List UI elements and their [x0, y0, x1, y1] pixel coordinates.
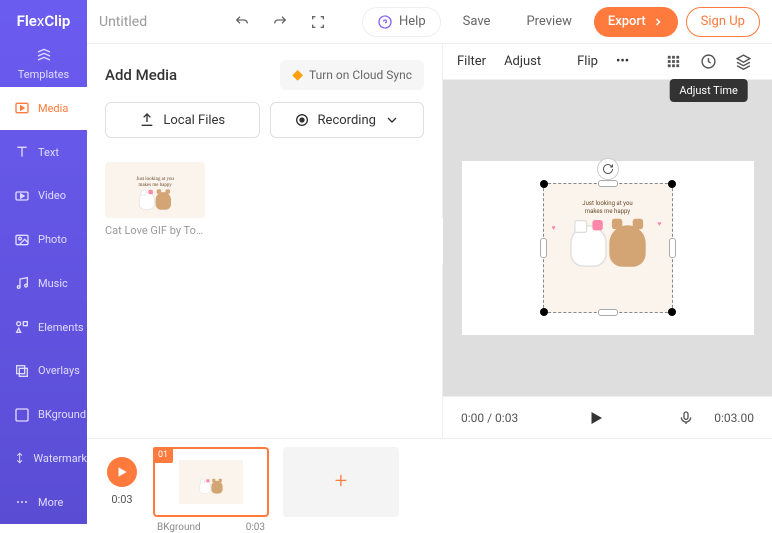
adjust-time-button[interactable]: Adjust Time: [700, 51, 717, 73]
sidebar-item-templates[interactable]: Templates: [0, 43, 87, 87]
sidebar-item-watermark[interactable]: Watermark: [0, 437, 87, 481]
timeline: 0:03 01 BKground 0:03 +: [87, 438, 772, 524]
elements-icon: [14, 319, 30, 335]
playback-bar: 0:00 / 0:03 0:03.00: [443, 396, 772, 438]
sidebar-item-label: Elements: [38, 321, 84, 334]
watermark-icon: [14, 450, 25, 466]
sidebar: FlexClip Templates Media Text Video Phot…: [0, 0, 87, 524]
media-icon: [14, 100, 30, 116]
sidebar-item-media[interactable]: Media: [0, 87, 87, 131]
mic-button[interactable]: [674, 406, 698, 430]
preview-button[interactable]: Preview: [512, 7, 585, 37]
adjust-button[interactable]: Adjust: [504, 54, 541, 69]
sidebar-item-label: Video: [38, 189, 66, 202]
sidebar-item-photo[interactable]: Photo: [0, 218, 87, 262]
media-item-label: Cat Love GIF by Tonton ...: [105, 224, 205, 237]
export-button[interactable]: Export: [594, 7, 678, 37]
sidebar-item-more[interactable]: More: [0, 480, 87, 524]
preview-toolbar: Filter Adjust Flip ••• Adjust Time: [443, 44, 772, 80]
sidebar-item-label: Music: [38, 277, 68, 290]
playback-time: 0:00 / 0:03: [461, 411, 518, 425]
layers-icon: [735, 53, 752, 70]
clip-thumbnail: [179, 460, 243, 504]
arrow-right-icon: [652, 16, 664, 28]
more-options-button[interactable]: •••: [616, 54, 629, 69]
filter-button[interactable]: Filter: [457, 54, 486, 69]
redo-icon: [272, 14, 288, 30]
undo-icon: [234, 14, 250, 30]
sidebar-item-label: BKground: [38, 408, 86, 421]
clock-icon: [700, 53, 717, 70]
more-icon: [14, 494, 30, 510]
layers-button[interactable]: [735, 51, 752, 73]
clip-duration: 0:03.00: [714, 411, 754, 425]
fullscreen-icon: [310, 14, 326, 30]
sidebar-item-video[interactable]: Video: [0, 174, 87, 218]
help-icon: [377, 14, 393, 30]
media-panel: Add Media ◆ Turn on Cloud Sync Local Fil…: [87, 44, 443, 438]
rotate-handle[interactable]: [597, 158, 619, 180]
sidebar-item-label: Text: [38, 146, 59, 159]
flip-button[interactable]: Flip: [577, 54, 598, 69]
play-icon: [587, 409, 605, 427]
media-item[interactable]: Just looking at youmakes me happy Cat Lo…: [105, 162, 205, 237]
canvas-area[interactable]: ♥ ♥ Just looking at youmakes me happy: [443, 80, 772, 396]
add-clip-button[interactable]: +: [283, 447, 399, 517]
sidebar-item-label: Templates: [18, 68, 69, 81]
overlays-icon: [14, 363, 30, 379]
templates-icon: [36, 48, 52, 64]
chevron-down-icon: [384, 112, 400, 128]
local-files-button[interactable]: Local Files: [105, 102, 260, 138]
diamond-icon: ◆: [292, 67, 303, 83]
timeline-play-button[interactable]: [107, 457, 137, 487]
project-title-input[interactable]: [99, 14, 219, 30]
panel-title: Add Media: [105, 66, 177, 84]
signup-button[interactable]: Sign Up: [686, 7, 760, 37]
timeline-time: 0:03: [111, 493, 132, 506]
bkground-icon: [14, 407, 30, 423]
play-icon: [115, 465, 129, 479]
sidebar-item-label: More: [38, 496, 63, 509]
sidebar-item-bkground[interactable]: BKground: [0, 393, 87, 437]
rotate-icon: [602, 163, 614, 175]
clip-time: 0:03: [246, 522, 265, 533]
grid-view-button[interactable]: [665, 51, 682, 73]
play-button[interactable]: [584, 406, 608, 430]
recording-button[interactable]: Recording: [270, 102, 425, 138]
clip-name: BKground: [157, 522, 201, 533]
selected-element[interactable]: ♥ ♥ Just looking at youmakes me happy: [543, 183, 673, 313]
canvas[interactable]: ♥ ♥ Just looking at youmakes me happy: [462, 161, 754, 335]
cloud-sync-button[interactable]: ◆ Turn on Cloud Sync: [280, 60, 424, 90]
mic-icon: [678, 410, 694, 426]
sidebar-item-overlays[interactable]: Overlays: [0, 349, 87, 393]
help-label: Help: [399, 14, 426, 29]
sidebar-item-music[interactable]: Music: [0, 262, 87, 306]
clip-badge: 01: [153, 447, 173, 463]
help-button[interactable]: Help: [362, 7, 441, 37]
sidebar-item-text[interactable]: Text: [0, 130, 87, 174]
sidebar-item-label: Media: [38, 102, 68, 115]
save-button[interactable]: Save: [449, 7, 505, 37]
undo-button[interactable]: [227, 7, 257, 37]
sidebar-item-label: Overlays: [38, 364, 80, 377]
sidebar-item-label: Photo: [38, 233, 67, 246]
sidebar-item-label: Watermark: [33, 452, 87, 465]
sidebar-item-elements[interactable]: Elements: [0, 305, 87, 349]
plus-icon: +: [335, 469, 347, 494]
grid-icon: [665, 53, 682, 70]
video-icon: [14, 188, 30, 204]
logo: FlexClip: [0, 0, 87, 43]
topbar: Help Save Preview Export Sign Up: [87, 0, 772, 44]
music-icon: [14, 275, 30, 291]
preview-panel: Filter Adjust Flip ••• Adjust Time: [443, 44, 772, 438]
timeline-clip[interactable]: 01 BKground 0:03: [153, 447, 269, 517]
media-thumbnail: Just looking at youmakes me happy: [105, 162, 205, 218]
text-icon: [14, 144, 30, 160]
tooltip: Adjust Time: [669, 79, 748, 102]
upload-icon: [139, 112, 155, 128]
fullscreen-button[interactable]: [303, 7, 333, 37]
record-icon: [294, 112, 310, 128]
redo-button[interactable]: [265, 7, 295, 37]
photo-icon: [14, 232, 30, 248]
